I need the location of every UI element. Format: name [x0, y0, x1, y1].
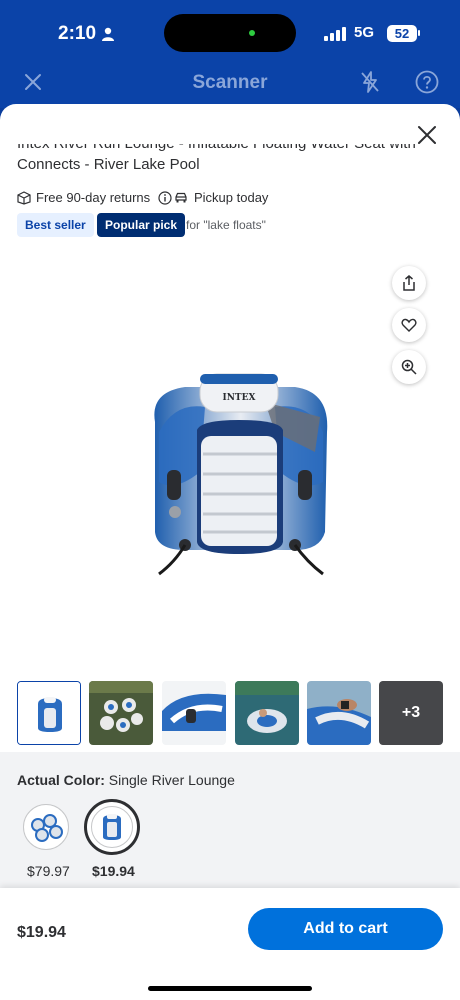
add-to-cart-button[interactable]: Add to cart: [248, 908, 443, 950]
popular-for-text: for "lake floats": [186, 218, 266, 232]
product-title-line1: Intex River Run Lounge - Inflatable Floa…: [17, 144, 417, 154]
popular-pick-badge: Popular pick: [97, 213, 186, 237]
thumbnail-1[interactable]: [17, 681, 81, 745]
color-option-single[interactable]: [84, 799, 140, 855]
thumbnail-4[interactable]: [235, 681, 299, 745]
cart-price: $19.94: [17, 924, 66, 941]
favorite-button[interactable]: [392, 308, 426, 342]
zoom-button[interactable]: [392, 350, 426, 384]
share-icon: [403, 275, 415, 291]
image-gallery: +3: [17, 681, 445, 745]
cart-bar: $19.94 Add to cart: [0, 888, 460, 1000]
swatch-single-image: [103, 814, 121, 840]
person-icon: [102, 27, 114, 41]
color-option-single-price: $19.94: [92, 863, 135, 879]
product-sheet: Intex River Run Lounge - Inflatable Floa…: [0, 104, 460, 1000]
thumbnail-water-icon: [235, 681, 299, 745]
flash-off-icon[interactable]: [358, 70, 382, 94]
swatch-single-inner: [91, 806, 133, 848]
battery-tip: [418, 30, 420, 36]
dynamic-island: [164, 14, 296, 52]
car-icon: [175, 192, 187, 202]
color-option-multi[interactable]: [23, 804, 69, 850]
brand-logo: INTEX: [223, 393, 256, 403]
status-time: 2:10: [58, 23, 97, 44]
zoom-in-icon: [401, 359, 417, 375]
actual-color-label: Actual Color: Single River Lounge: [17, 772, 235, 788]
signal-icon: [324, 27, 346, 41]
help-icon[interactable]: [415, 70, 439, 94]
returns-info: Free 90-day returns: [17, 190, 177, 205]
product-title-line2: Connects - River Lake Pool: [17, 156, 200, 173]
scanner-title: Scanner: [192, 72, 268, 93]
thumbnail-3[interactable]: [162, 681, 226, 745]
home-indicator[interactable]: [148, 986, 312, 991]
heart-icon: [401, 318, 417, 332]
pickup-text: Pickup today: [194, 190, 269, 205]
swatch-multi-image: [31, 814, 63, 842]
battery-icon: 52: [387, 25, 417, 42]
status-bar: 2:10 5G 52: [0, 0, 460, 68]
info-icon[interactable]: [158, 190, 172, 205]
thumbnail-person-icon: [307, 681, 371, 745]
scanner-header: Scanner: [0, 68, 460, 108]
color-option-multi-price: $79.97: [27, 863, 70, 879]
thumbnail-2[interactable]: [89, 681, 153, 745]
actual-color-value: Single River Lounge: [108, 772, 235, 788]
product-image: INTEX: [154, 373, 328, 576]
box-icon: [17, 190, 31, 205]
thumbnail-group-icon: [89, 681, 153, 745]
returns-text: Free 90-day returns: [36, 190, 151, 205]
best-seller-badge: Best seller: [17, 213, 94, 237]
actual-color-key: Actual Color:: [17, 772, 105, 788]
close-icon[interactable]: [416, 124, 438, 146]
more-images-button[interactable]: +3: [379, 681, 443, 745]
pickup-info: Pickup today: [174, 190, 268, 205]
thumbnail-closeup-icon: [162, 681, 226, 745]
product-title: Intex River Run Lounge - Inflatable Floa…: [17, 144, 417, 175]
thumbnail-5[interactable]: [307, 681, 371, 745]
share-button[interactable]: [392, 266, 426, 300]
network-label: 5G: [354, 24, 375, 41]
camera-dot: [249, 30, 255, 36]
color-selector: Actual Color: Single River Lounge $79.97…: [0, 752, 460, 892]
thumbnail-float-icon: [18, 682, 80, 744]
